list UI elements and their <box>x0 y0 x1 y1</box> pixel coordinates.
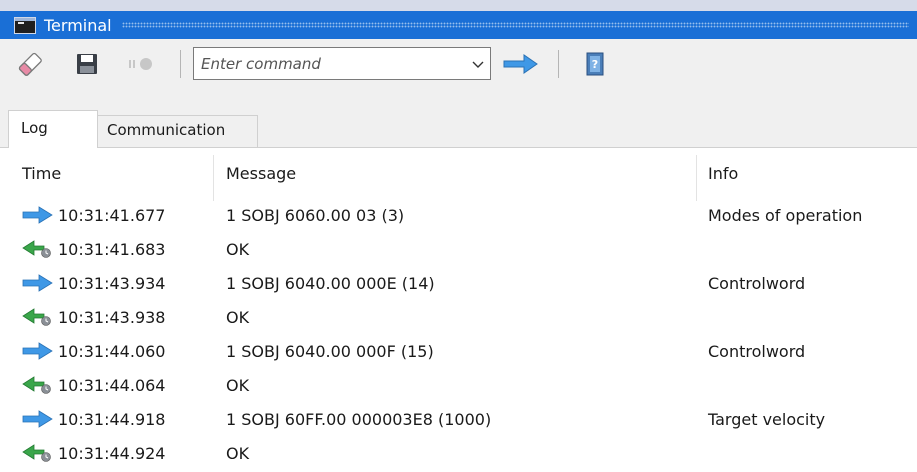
received-arrow-icon <box>22 300 58 334</box>
column-header-info[interactable]: Info <box>708 148 738 198</box>
message-cell: 1 SOBJ 60FF.00 000003E8 (1000) <box>226 409 492 429</box>
received-arrow-icon <box>22 368 58 402</box>
chevron-down-icon[interactable] <box>466 48 490 79</box>
time-text: 10:31:43.938 <box>58 307 166 327</box>
table-row[interactable]: 10:31:41.677 1 SOBJ 6060.00 03 (3) Modes o… <box>0 198 917 232</box>
message-cell: 1 SOBJ 6060.00 03 (3) <box>226 205 405 225</box>
sent-arrow-icon <box>22 266 58 300</box>
save-icon[interactable] <box>72 49 102 79</box>
record-icon[interactable] <box>124 50 158 78</box>
time-text: 10:31:43.934 <box>58 273 166 293</box>
sent-arrow-icon <box>22 198 58 232</box>
message-cell: 1 SOBJ 6040.00 000F (15) <box>226 341 434 361</box>
window-top-strip <box>0 0 917 11</box>
toolbar-separator <box>180 50 181 78</box>
log-table: Time Message Info 10:31:41.677 1 SOBJ 606… <box>0 148 917 472</box>
time-text: 10:31:41.677 <box>58 205 166 225</box>
time-cell: 10:31:43.938 <box>22 300 165 334</box>
time-cell: 10:31:44.924 <box>22 436 165 470</box>
table-row[interactable]: 10:31:44.924 OK <box>0 436 917 470</box>
command-combobox[interactable] <box>193 47 491 80</box>
time-cell: 10:31:44.060 <box>22 334 165 368</box>
svg-text:?: ? <box>592 58 598 71</box>
table-row[interactable]: 10:31:43.938 OK <box>0 300 917 334</box>
command-input[interactable] <box>194 48 466 79</box>
message-cell: OK <box>226 443 250 463</box>
message-cell: OK <box>226 307 250 327</box>
time-text: 10:31:44.924 <box>58 443 166 463</box>
info-cell: Controlword <box>708 341 806 361</box>
time-text: 10:31:44.060 <box>58 341 166 361</box>
help-book-icon[interactable]: ? <box>582 49 608 79</box>
toolbar-separator <box>558 50 559 78</box>
terminal-title-bar[interactable]: Terminal <box>0 11 917 39</box>
received-arrow-icon <box>22 232 58 266</box>
column-header-message[interactable]: Message <box>226 148 296 198</box>
sent-arrow-icon <box>22 334 58 368</box>
table-row[interactable]: 10:31:41.683 OK <box>0 232 917 266</box>
time-cell: 10:31:43.934 <box>22 266 165 300</box>
time-cell: 10:31:44.918 <box>22 402 165 436</box>
table-row[interactable]: 10:31:44.918 1 SOBJ 60FF.00 000003E8 (100… <box>0 402 917 436</box>
message-cell: 1 SOBJ 6040.00 000E (14) <box>226 273 435 293</box>
table-row[interactable]: 10:31:44.060 1 SOBJ 6040.00 000F (15) Cont… <box>0 334 917 368</box>
info-cell: Modes of operation <box>708 205 863 225</box>
eraser-icon[interactable] <box>14 48 46 80</box>
message-cell: OK <box>226 239 250 259</box>
time-text: 10:31:44.064 <box>58 375 166 395</box>
time-cell: 10:31:41.683 <box>22 232 165 266</box>
tab-log[interactable]: Log <box>8 110 98 148</box>
column-divider[interactable] <box>213 155 214 201</box>
info-cell: Target velocity <box>708 409 826 429</box>
column-divider[interactable] <box>696 155 697 201</box>
time-text: 10:31:41.683 <box>58 239 166 259</box>
time-cell: 10:31:41.677 <box>22 198 165 232</box>
info-cell: Controlword <box>708 273 806 293</box>
column-header-time[interactable]: Time <box>22 148 61 198</box>
title-grip[interactable] <box>121 22 909 28</box>
table-row[interactable]: 10:31:44.064 OK <box>0 368 917 402</box>
window-title: Terminal <box>44 15 112 35</box>
send-arrow-icon[interactable] <box>500 50 542 78</box>
time-text: 10:31:44.918 <box>58 409 166 429</box>
table-row[interactable]: 10:31:43.934 1 SOBJ 6040.00 000E (14) Cont… <box>0 266 917 300</box>
received-arrow-icon <box>22 436 58 470</box>
time-cell: 10:31:44.064 <box>22 368 165 402</box>
tab-communication[interactable]: Communication <box>98 115 258 148</box>
message-cell: OK <box>226 375 250 395</box>
sent-arrow-icon <box>22 402 58 436</box>
terminal-icon <box>14 16 36 34</box>
